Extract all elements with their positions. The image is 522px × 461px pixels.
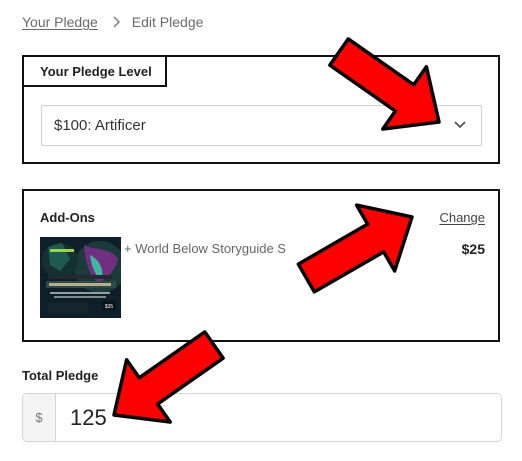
- pledge-level-selected-value: $100: Artificer: [54, 117, 146, 134]
- pledge-level-section: Your Pledge Level $100: Artificer: [22, 55, 500, 164]
- addon-thumbnail-price: $35: [105, 304, 114, 310]
- addons-change-link[interactable]: Change: [439, 210, 485, 225]
- addon-item-price: $25: [461, 241, 485, 257]
- chevron-down-icon: [454, 121, 466, 129]
- addon-item-name: + World Below Storyguide S: [124, 241, 286, 256]
- total-pledge-label: Total Pledge: [22, 368, 99, 383]
- currency-symbol: $: [23, 394, 56, 441]
- chevron-right-icon: [113, 16, 120, 28]
- addons-title: Add-Ons: [40, 210, 95, 225]
- addons-section: Add-Ons Change $35 + World Below Storygu…: [22, 189, 500, 342]
- breadcrumb: Your Pledge Edit Pledge: [22, 12, 203, 32]
- addon-thumbnail-image: $35: [40, 237, 121, 318]
- breadcrumb-your-pledge-link[interactable]: Your Pledge: [22, 14, 98, 30]
- total-pledge-field: $: [22, 393, 502, 442]
- pledge-level-select[interactable]: $100: Artificer: [41, 105, 482, 146]
- breadcrumb-current: Edit Pledge: [131, 14, 204, 30]
- total-pledge-input[interactable]: [56, 394, 501, 441]
- pledge-level-label: Your Pledge Level: [22, 55, 167, 87]
